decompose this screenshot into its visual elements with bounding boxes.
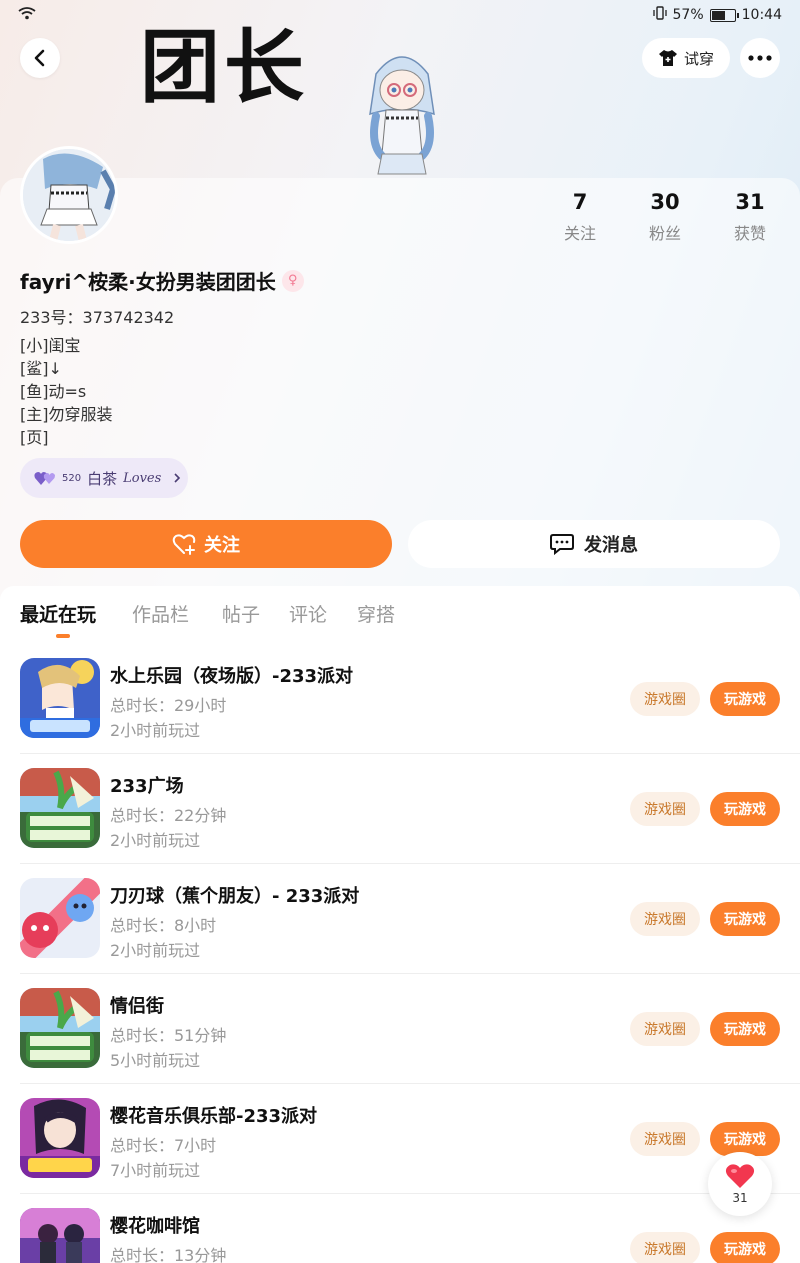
play-game-button[interactable]: 玩游戏: [710, 902, 780, 936]
hello-world-icon: [20, 768, 100, 848]
game-circle-button[interactable]: 游戏圈: [630, 902, 700, 936]
game-title: 233广场: [110, 776, 184, 797]
page-title: 团长: [140, 21, 308, 114]
bio-line: [页]: [20, 428, 49, 447]
blade-ball-icon: [20, 878, 100, 958]
clock: 10:44: [741, 7, 782, 23]
play-game-button[interactable]: 玩游戏: [710, 1232, 780, 1263]
game-last-played: 7小时前玩过: [110, 1161, 201, 1180]
active-tab-indicator: [56, 634, 70, 638]
play-game-button[interactable]: 玩游戏: [710, 1012, 780, 1046]
try-on-label: 试穿: [683, 49, 714, 68]
stat-number: 31: [735, 190, 765, 214]
back-button[interactable]: [20, 38, 60, 78]
tshirt-icon: [658, 50, 677, 66]
like-count: 31: [732, 1191, 748, 1205]
tag-prefix: 520: [62, 472, 82, 484]
chevron-left-icon: [34, 49, 45, 67]
vibrate-icon: [652, 6, 667, 24]
game-duration: 总时长：8小时: [110, 916, 217, 935]
user-id[interactable]: 233号：373742342: [20, 304, 174, 328]
bio-line: [鱼]动=s: [20, 382, 87, 401]
sakura-cafe-icon: [20, 1208, 100, 1263]
send-message-button[interactable]: 发消息: [408, 520, 780, 568]
message-label: 发消息: [584, 535, 638, 556]
like-floating-button[interactable]: 31: [708, 1152, 772, 1216]
bio: [小]闺宝 [鲨]↓ [鱼]动=s [主]勿穿服装 [页]: [20, 334, 113, 449]
battery-percent: 57%: [672, 7, 704, 23]
game-circle-button[interactable]: 游戏圈: [630, 1122, 700, 1156]
stat-label: 粉丝: [648, 224, 681, 243]
game-duration: 总时长：51分钟: [110, 1026, 227, 1045]
more-options-button[interactable]: [740, 38, 780, 78]
game-title: 情侣街: [110, 996, 164, 1017]
water-park-icon: [20, 658, 100, 738]
battery-icon: [709, 8, 739, 22]
status-bar: 57% 10:44: [0, 0, 800, 30]
tab-works[interactable]: 作品栏: [132, 600, 189, 627]
stat-label: 获赞: [733, 224, 766, 243]
stat-likes[interactable]: 31 获赞: [710, 190, 790, 244]
game-last-played: 2小时前玩过: [110, 721, 201, 740]
tab-outfits[interactable]: 穿搭: [357, 600, 395, 627]
tab-recently-played[interactable]: 最近在玩: [20, 600, 96, 627]
list-item[interactable]: 樱花咖啡馆 总时长：13分钟 游戏圈 玩游戏: [0, 1194, 800, 1263]
list-item[interactable]: 樱花音乐俱乐部-233派对 总时长：7小时 7小时前玩过 游戏圈 玩游戏: [0, 1084, 800, 1194]
chevron-right-icon: [174, 473, 181, 483]
game-last-played: 5小时前玩过: [110, 1051, 201, 1070]
game-last-played: 2小时前玩过: [110, 831, 201, 850]
game-title: 刀刃球（蕉个朋友）- 233派对: [110, 886, 360, 907]
chat-bubble-icon: [550, 534, 574, 555]
game-circle-button[interactable]: 游戏圈: [630, 682, 700, 716]
play-game-button[interactable]: 玩游戏: [710, 792, 780, 826]
bio-line: [鲨]↓: [20, 359, 62, 378]
tab-comments[interactable]: 评论: [289, 600, 327, 627]
game-duration: 总时长：13分钟: [110, 1246, 227, 1263]
game-circle-button[interactable]: 游戏圈: [630, 1232, 700, 1263]
tag-script: Loves: [123, 470, 162, 486]
list-item[interactable]: 情侣街 总时长：51分钟 5小时前玩过 游戏圈 玩游戏: [0, 974, 800, 1084]
game-last-played: 2小时前玩过: [110, 941, 201, 960]
game-duration: 总时长：7小时: [110, 1136, 217, 1155]
stat-number: 30: [650, 190, 680, 214]
stat-following[interactable]: 7 关注: [540, 190, 620, 244]
game-circle-button[interactable]: 游戏圈: [630, 792, 700, 826]
bio-line: [主]勿穿服装: [20, 405, 113, 424]
game-title: 水上乐园（夜场版）-233派对: [110, 666, 354, 687]
follow-button[interactable]: 关注: [20, 520, 392, 568]
nickname-row: fayri^桉柔·女扮男装团团长 ♀: [20, 266, 304, 295]
list-item[interactable]: 水上乐园（夜场版）-233派对 总时长：29小时 2小时前玩过 游戏圈 玩游戏: [0, 644, 800, 754]
stat-number: 7: [572, 190, 588, 214]
game-title: 樱花音乐俱乐部-233派对: [110, 1106, 318, 1127]
sakura-music-icon: [20, 1098, 100, 1178]
list-item[interactable]: 刀刃球（蕉个朋友）- 233派对 总时长：8小时 2小时前玩过 游戏圈 玩游戏: [0, 864, 800, 974]
game-title: 樱花咖啡馆: [110, 1216, 200, 1237]
tab-posts[interactable]: 帖子: [222, 600, 260, 627]
list-item[interactable]: 233广场 总时长：22分钟 2小时前玩过 游戏圈 玩游戏: [0, 754, 800, 864]
relationship-tag[interactable]: 520 白茶 Loves: [20, 458, 188, 498]
wifi-icon: [18, 6, 36, 24]
more-dots-icon: [748, 55, 772, 61]
heart-plus-icon: [172, 534, 196, 555]
profile-stats: 7 关注 30 粉丝 31 获赞: [540, 190, 800, 250]
play-game-button[interactable]: 玩游戏: [710, 1122, 780, 1156]
avatar-character-illustration: [356, 44, 448, 178]
nickname: fayri^桉柔·女扮男装团团长: [20, 270, 276, 294]
try-on-button[interactable]: 试穿: [642, 38, 730, 78]
hello-world-icon: [20, 988, 100, 1068]
content-tabs: 最近在玩 作品栏 帖子 评论 穿搭: [0, 586, 800, 642]
double-heart-icon: [34, 472, 55, 485]
heart-icon: [725, 1164, 755, 1188]
play-game-button[interactable]: 玩游戏: [710, 682, 780, 716]
female-gender-icon: ♀: [281, 269, 304, 292]
game-circle-button[interactable]: 游戏圈: [630, 1012, 700, 1046]
stat-fans[interactable]: 30 粉丝: [625, 190, 705, 244]
stat-label: 关注: [563, 224, 596, 243]
follow-label: 关注: [204, 535, 240, 556]
avatar[interactable]: [20, 146, 118, 244]
game-duration: 总时长：29小时: [110, 696, 227, 715]
game-duration: 总时长：22分钟: [110, 806, 227, 825]
bio-line: [小]闺宝: [20, 336, 81, 355]
tag-label: 白茶: [87, 469, 118, 488]
